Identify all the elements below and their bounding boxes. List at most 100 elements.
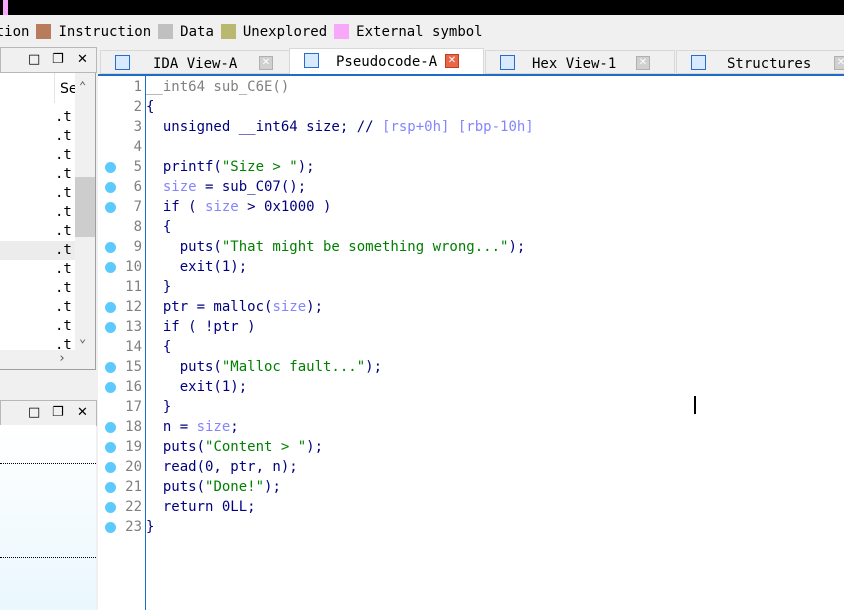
list-row[interactable]: .t (55, 204, 75, 223)
code-line[interactable]: { (146, 217, 171, 237)
close-tab-button[interactable]: ✕ (445, 54, 459, 68)
code-line[interactable]: } (146, 397, 171, 417)
list-row[interactable]: .t (55, 166, 75, 185)
graph-overview[interactable] (0, 425, 96, 610)
tab-structures[interactable]: Structures ✕ (676, 50, 844, 74)
maximize-button[interactable]: □ (28, 405, 40, 420)
list-row[interactable]: .t (55, 185, 75, 204)
tab-label: Structures (727, 56, 812, 72)
close-button[interactable]: ✕ (77, 52, 88, 67)
close-tab-button[interactable]: ✕ (636, 56, 650, 70)
code-line[interactable]: exit(1); (146, 377, 247, 397)
code-line[interactable]: { (146, 97, 154, 117)
list-row[interactable]: .t (55, 147, 75, 166)
list-row[interactable]: .t (55, 318, 75, 337)
code-line[interactable]: { (146, 337, 171, 357)
breakpoint-dot-icon[interactable] (105, 382, 116, 393)
tab-bar: IDA View-A ✕ Pseudocode-A ✕ Hex View-1 ✕ Struc… (98, 48, 844, 75)
maximize-button[interactable]: □ (28, 52, 40, 67)
breakpoint-dot-icon[interactable] (105, 442, 116, 453)
line-number: 19 (125, 439, 142, 455)
list-row[interactable]: .t (55, 109, 75, 128)
breakpoint-dot-icon[interactable] (105, 202, 116, 213)
breakpoint-dot-icon[interactable] (105, 502, 116, 513)
tab-pseudocode-a[interactable]: Pseudocode-A ✕ (289, 48, 484, 75)
breakpoint-dot-icon[interactable] (105, 302, 116, 313)
line-number-gutter: 10 (98, 257, 144, 277)
code-token-kw: n = (146, 419, 197, 435)
breakpoint-dot-icon[interactable] (105, 362, 116, 373)
close-button[interactable]: ✕ (77, 405, 88, 420)
code-line[interactable]: } (146, 517, 154, 537)
close-tab-button[interactable]: ✕ (259, 56, 273, 70)
text-cursor (694, 396, 696, 414)
breakpoint-dot-icon[interactable] (105, 322, 116, 333)
code-line[interactable]: } (146, 277, 171, 297)
code-line[interactable]: puts("Malloc fault..."); (146, 357, 382, 377)
legend-swatch (36, 24, 52, 39)
scroll-down-icon[interactable]: ⌄ (79, 331, 86, 345)
line-number-gutter: 1 (98, 77, 144, 97)
code-token-cmt: [rsp+0h] [rbp-10h] (382, 119, 534, 135)
list-row[interactable]: .t (55, 128, 75, 147)
line-number: 9 (133, 239, 142, 255)
breakpoint-dot-icon[interactable] (105, 182, 116, 193)
code-line[interactable]: puts("Done!"); (146, 477, 281, 497)
list-row[interactable]: .t (55, 223, 75, 242)
list-row[interactable]: .t (55, 280, 75, 299)
line-number-gutter: 23 (98, 517, 144, 537)
code-line[interactable]: return 0LL; (146, 497, 256, 517)
code-token-kw: ); (297, 159, 315, 175)
list-row[interactable]: .t (55, 242, 75, 261)
color-swatch (3, 0, 8, 15)
code-token-var: size (162, 179, 197, 195)
scroll-right-icon[interactable]: › (58, 351, 66, 366)
code-token-kw: = sub_C07(); (196, 179, 307, 195)
code-line[interactable]: ptr = malloc(size); (146, 297, 323, 317)
breakpoint-dot-icon[interactable] (105, 482, 116, 493)
tab-label: Pseudocode-A (336, 54, 438, 70)
code-token-kw: puts( (146, 439, 206, 455)
legend-swatch (334, 24, 350, 39)
line-number: 16 (125, 379, 142, 395)
breakpoint-dot-icon[interactable] (105, 262, 116, 273)
breakpoint-dot-icon[interactable] (105, 462, 116, 473)
tab-ida-view-a[interactable]: IDA View-A ✕ (100, 50, 290, 74)
code-line[interactable]: puts("That might be something wrong...")… (146, 237, 526, 257)
pseudocode-view[interactable] (98, 74, 844, 610)
code-line[interactable]: __int64 sub_C6E() (146, 77, 289, 97)
code-line[interactable]: size = sub_C07(); (146, 177, 306, 197)
tab-label: IDA View-A (153, 56, 238, 72)
breakpoint-dot-icon[interactable] (105, 242, 116, 253)
restore-button[interactable]: ❐ (52, 52, 64, 67)
list-row[interactable]: .t (55, 299, 75, 318)
code-line[interactable]: unsigned __int64 size; // [rsp+0h] [rbp-… (146, 117, 534, 137)
code-line[interactable]: puts("Content > "); (146, 437, 323, 457)
code-line[interactable]: exit(1); (146, 257, 247, 277)
horizontal-scrollbar[interactable]: › (0, 350, 96, 370)
scroll-thumb[interactable] (75, 177, 95, 237)
code-line[interactable]: read(0, ptr, n); (146, 457, 298, 477)
code-token-kw: exit(1); (146, 379, 248, 395)
scroll-up-icon[interactable]: ⌃ (79, 79, 86, 93)
breakpoint-dot-icon[interactable] (105, 522, 116, 533)
line-number-gutter: 9 (98, 237, 144, 257)
code-line[interactable]: if ( !ptr ) (146, 317, 256, 337)
close-tab-button[interactable]: ✕ (834, 56, 844, 70)
code-token-kw: if ( !ptr ) (146, 319, 256, 335)
vertical-scrollbar[interactable]: ⌃ ⌄ (75, 73, 95, 350)
restore-button[interactable]: ❐ (52, 405, 64, 420)
code-line[interactable]: printf("Size > "); (146, 157, 315, 177)
line-number: 4 (133, 139, 142, 155)
line-number-gutter: 11 (98, 277, 144, 297)
breakpoint-dot-icon[interactable] (105, 422, 116, 433)
line-number: 5 (133, 159, 142, 175)
code-token-var: size (205, 199, 239, 215)
code-line[interactable]: if ( size > 0x1000 ) (146, 197, 332, 217)
list-row[interactable]: .t (55, 261, 75, 280)
code-line[interactable]: n = size; (146, 417, 239, 437)
tab-hex-view-1[interactable]: Hex View-1 ✕ (485, 50, 675, 74)
breakpoint-dot-icon[interactable] (105, 162, 116, 173)
line-number-gutter: 5 (98, 157, 144, 177)
legend-label: External symbol (356, 23, 483, 40)
